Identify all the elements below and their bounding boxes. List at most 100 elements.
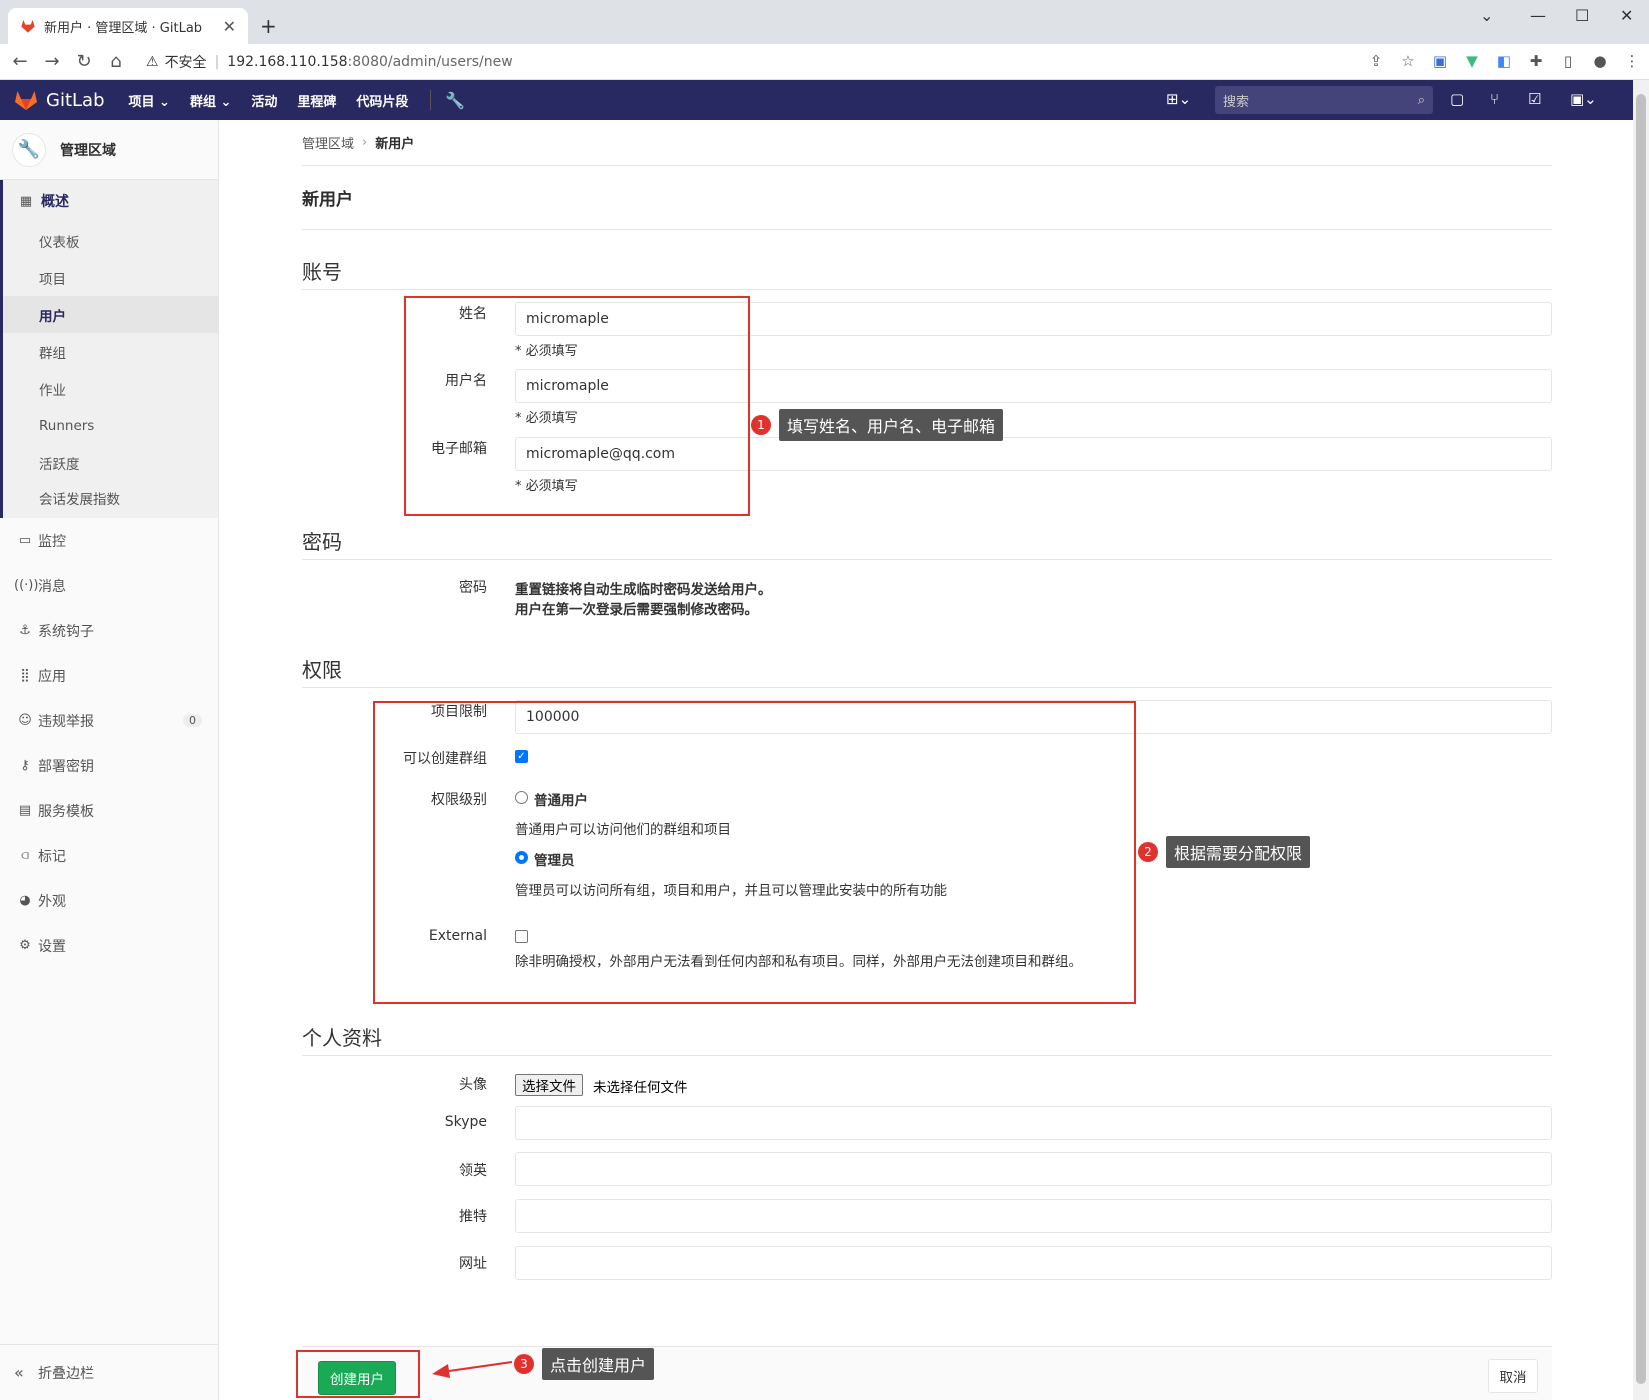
projects-limit-input[interactable]: 100000 [515,700,1552,734]
browser-tab-title: 新用户 · 管理区域 · GitLab [44,20,203,36]
admin-label[interactable]: 管理员 [534,849,575,869]
gitlab-logo[interactable]: GitLab [14,89,105,111]
breadcrumb-admin-link[interactable]: 管理区域 [302,133,354,152]
website-input[interactable] [515,1246,1552,1280]
double-chevron-left-icon: « [14,1363,24,1382]
template-icon: ▤ [18,803,32,818]
breadcrumb-current[interactable]: 新用户 [375,133,414,152]
sidebar-item-applications[interactable]: ⣿ 应用 [0,653,218,698]
external-description: 除非明确授权，外部用户无法看到任何内部和私有项目。同样，外部用户无法创建项目和群… [515,954,1082,970]
admin-radio[interactable] [515,851,528,864]
user-avatar-icon[interactable]: ▣⌄ [1570,90,1597,108]
sidebar-header[interactable]: 🔧 管理区域 [0,120,218,180]
sidebar-item-service-templates[interactable]: ▤ 服务模板 [0,788,218,833]
issues-icon[interactable]: ▢ [1450,90,1464,108]
admin-wrench-icon[interactable]: 🔧 [445,91,465,110]
extensions-puzzle-icon[interactable]: ✚ [1527,52,1545,70]
sidebar-sub-activity[interactable]: 活跃度 [3,444,218,481]
forward-icon[interactable]: → [36,51,68,72]
monitor-icon: ▭ [18,533,32,548]
email-input[interactable]: micromaple@qq.com [515,437,1552,471]
regular-user-label[interactable]: 普通用户 [534,789,588,809]
share-icon[interactable]: ⇪ [1367,52,1385,70]
name-input[interactable]: micromaple [515,302,1552,336]
username-input[interactable]: micromaple [515,369,1552,403]
email-label: 电子邮箱 [431,441,487,457]
todos-icon[interactable]: ☑ [1528,90,1541,108]
url-field[interactable]: ⚠ 不安全 | 192.168.110.158:8080/admin/users… [140,48,1340,76]
admin-sidebar: 🔧 管理区域 ▦ 概述 仪表板 项目 用户 群组 作业 Runners 活跃度 … [0,120,219,1400]
sidebar-sub-dashboard[interactable]: 仪表板 [3,222,218,259]
browser-tab[interactable]: 新用户 · 管理区域 · GitLab ✕ [8,8,248,44]
annotation-callout-2: 2 根据需要分配权限 [1138,836,1311,868]
browser-menu-icon[interactable]: ⋮ [1623,52,1641,70]
security-status: 不安全 [164,55,207,71]
gitlab-favicon-icon [21,20,35,33]
twitter-input[interactable] [515,1199,1552,1233]
sidebar-item-system-hooks[interactable]: ⚓ 系统钩子 [0,608,218,653]
sidebar-item-label: 部署密钥 [38,758,94,775]
nav-snippets[interactable]: 代码片段 [356,91,408,110]
side-panel-icon[interactable]: ▯ [1559,52,1577,70]
nav-projects[interactable]: 项目 ⌄ [129,91,170,110]
back-icon[interactable]: ← [4,51,36,72]
section-profile-title: 个人资料 [302,1022,1552,1056]
sidebar-item-labels[interactable]: ⫏ 标记 [0,833,218,878]
minimize-icon[interactable]: — [1530,6,1546,25]
annotation-number-3: 3 [514,1354,534,1374]
profile-avatar-icon[interactable]: ● [1591,52,1609,70]
cancel-button[interactable]: 取消 [1488,1359,1538,1393]
new-dropdown-icon[interactable]: ⊞⌄ [1166,90,1191,108]
collapse-sidebar-label: 折叠边栏 [38,1365,94,1382]
merge-requests-icon[interactable]: ⑂ [1490,90,1499,108]
can-create-group-checkbox[interactable]: ✓ [515,750,528,763]
regular-user-radio[interactable] [515,791,528,804]
nav-milestones[interactable]: 里程碑 [297,91,336,110]
vue-devtools-icon[interactable]: ▼ [1463,52,1481,70]
choose-file-button[interactable]: 选择文件 [515,1074,583,1096]
section-password-title: 密码 [302,526,1552,560]
linkedin-input[interactable] [515,1152,1552,1186]
browser-tab-strip: 新用户 · 管理区域 · GitLab ✕ + ⌄ — ☐ ✕ [0,0,1649,44]
skype-input[interactable] [515,1106,1552,1140]
sidebar-item-deploy-keys[interactable]: ⚷ 部署密钥 [0,743,218,788]
sidebar-item-label: 监控 [38,533,66,550]
close-window-icon[interactable]: ✕ [1620,6,1633,25]
page-scrollbar[interactable] [1633,80,1649,1400]
search-input[interactable]: 搜索 ⌕ [1215,86,1433,114]
home-icon[interactable]: ⌂ [100,51,132,72]
sidebar-sub-groups[interactable]: 群组 [3,333,218,370]
bookmark-star-icon[interactable]: ☆ [1399,52,1417,70]
external-checkbox[interactable] [515,930,528,943]
email-required-hint: * 必须填写 [515,479,578,494]
sidebar-item-label: 系统钩子 [38,623,94,640]
close-tab-icon[interactable]: ✕ [223,17,236,36]
translate-icon[interactable]: ◧ [1495,52,1513,70]
extension-jh-icon[interactable]: ▣ [1431,52,1449,70]
section-access-title: 权限 [302,654,1552,688]
sidebar-item-monitoring[interactable]: ▭ 监控 [0,518,218,563]
external-label: External [428,928,487,944]
collapse-sidebar-button[interactable]: « 折叠边栏 [0,1344,219,1400]
sidebar-item-appearance[interactable]: ◕ 外观 [0,878,218,923]
sidebar-item-messages[interactable]: ((·)) 消息 [0,563,218,608]
scrollbar-thumb[interactable] [1636,94,1646,1384]
create-user-button[interactable]: 创建用户 [318,1361,396,1395]
sidebar-sub-users[interactable]: 用户 [3,296,218,333]
nav-groups[interactable]: 群组 ⌄ [190,91,231,110]
sidebar-sub-runners[interactable]: Runners [3,407,218,444]
nav-activity[interactable]: 活动 [251,91,277,110]
sidebar-sub-devops-score[interactable]: 会话发展指数 [3,481,218,518]
tab-search-icon[interactable]: ⌄ [1480,6,1493,25]
maximize-icon[interactable]: ☐ [1575,6,1589,25]
sidebar-overview-group: ▦ 概述 仪表板 项目 用户 群组 作业 Runners 活跃度 会话发展指数 [0,180,218,518]
sidebar-sub-projects[interactable]: 项目 [3,259,218,296]
broadcast-icon: ((·)) [14,578,39,593]
reload-icon[interactable]: ↻ [68,51,100,72]
sidebar-item-abuse-reports[interactable]: ☺ 违规举报 0 [0,698,218,743]
new-tab-icon[interactable]: + [260,14,277,38]
sidebar-sub-jobs[interactable]: 作业 [3,370,218,407]
sidebar-item-settings[interactable]: ⚙ 设置 [0,923,218,968]
page-title: 新用户 [302,166,1552,230]
sidebar-item-overview[interactable]: ▦ 概述 [3,180,218,222]
